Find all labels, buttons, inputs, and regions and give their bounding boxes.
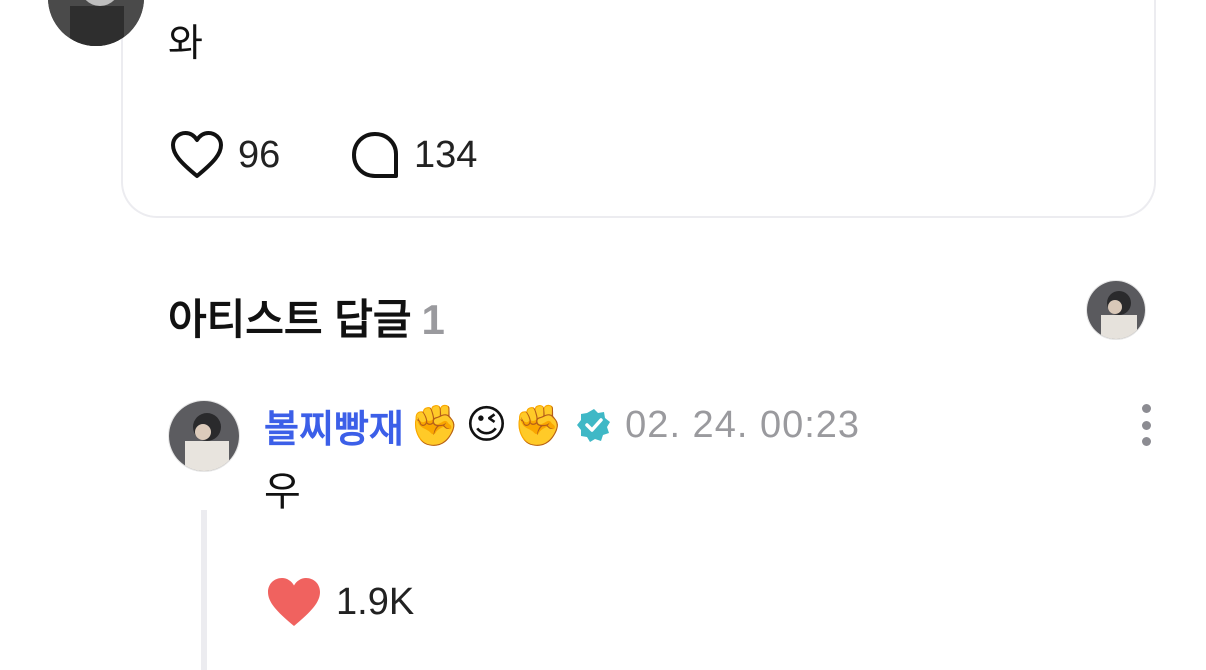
- thread-line: [201, 510, 207, 670]
- post-comment-button[interactable]: 134: [350, 130, 477, 180]
- artist-replies-count: 1: [421, 296, 445, 343]
- post-like-count: 96: [238, 133, 281, 176]
- winking-face-emoji: 😉: [465, 403, 508, 447]
- more-options-button[interactable]: [1132, 404, 1160, 446]
- artist-replies-title: 아티스트 답글: [168, 296, 412, 343]
- post-comment-count: 134: [414, 133, 478, 176]
- artist-replies-heading: 아티스트 답글 1: [168, 286, 445, 347]
- raised-fist-emoji: ✊: [409, 403, 460, 448]
- post-text: 와: [168, 23, 203, 65]
- comment-bubble-icon: [352, 132, 398, 178]
- heart-outline-icon: [171, 131, 223, 178]
- reply-like-button[interactable]: 1.9K: [266, 576, 414, 628]
- reply-header: 볼찌빵재 ✊ 😉 ✊ 02. 24. 00:23: [264, 398, 861, 453]
- post-card: [121, 0, 1156, 218]
- more-vertical-icon: [1141, 404, 1151, 413]
- reply-like-count: 1.9K: [336, 580, 415, 623]
- reply-author-name[interactable]: 볼찌빵재: [264, 398, 404, 453]
- artist-avatar[interactable]: [1086, 280, 1146, 340]
- raised-fist-emoji: ✊: [513, 403, 564, 448]
- post-like-button[interactable]: 96: [170, 130, 280, 180]
- reply-timestamp: 02. 24. 00:23: [625, 403, 861, 446]
- reply-text: 우: [264, 470, 301, 514]
- reply-author-avatar[interactable]: [168, 400, 240, 472]
- heart-filled-icon: [268, 578, 320, 626]
- verified-badge-icon: [577, 409, 611, 442]
